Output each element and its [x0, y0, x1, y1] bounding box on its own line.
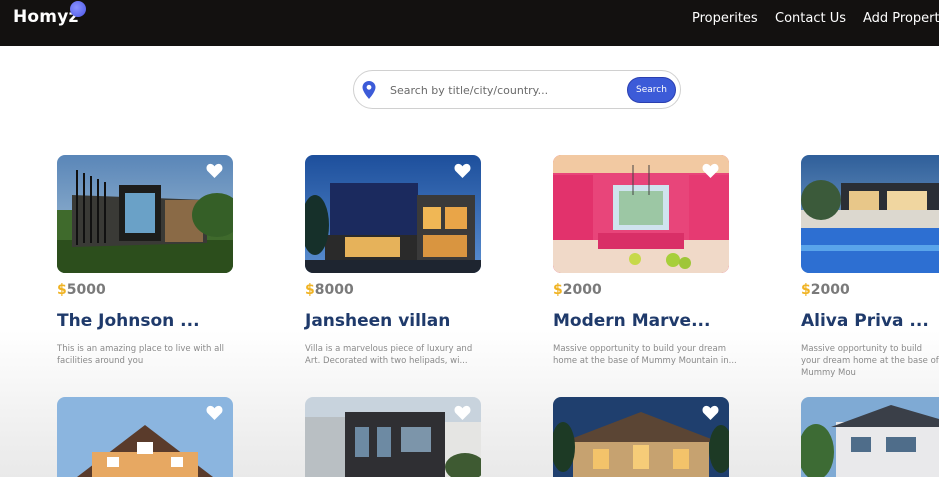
property-image[interactable]	[57, 397, 233, 477]
nav-link-properties[interactable]: Properites	[692, 11, 758, 26]
top-navbar: Homyz Properites Contact Us Add Property	[0, 0, 939, 46]
property-title[interactable]: Modern Marve...	[553, 311, 710, 331]
property-price: $8000	[305, 282, 354, 298]
search-button[interactable]: Search	[627, 77, 676, 103]
heart-icon[interactable]	[702, 405, 719, 420]
property-title[interactable]: The Johnson ...	[57, 311, 200, 331]
search-bar: Search	[353, 70, 681, 109]
property-image[interactable]	[553, 155, 729, 273]
property-image[interactable]	[801, 155, 939, 273]
property-title[interactable]: Jansheen villan	[305, 311, 450, 331]
property-image[interactable]	[305, 397, 481, 477]
heart-icon[interactable]	[206, 163, 223, 178]
search-input[interactable]	[390, 79, 620, 101]
heart-icon[interactable]	[206, 405, 223, 420]
property-image[interactable]	[57, 155, 233, 273]
main-nav: Properites Contact Us Add Property	[0, 11, 939, 31]
property-image[interactable]	[553, 397, 729, 477]
nav-link-contact-us[interactable]: Contact Us	[775, 11, 846, 26]
property-image[interactable]	[801, 397, 939, 477]
heart-icon[interactable]	[454, 163, 471, 178]
property-description: Massive opportunity to build your dream …	[801, 344, 939, 378]
heart-icon[interactable]	[702, 163, 719, 178]
heart-icon[interactable]	[454, 405, 471, 420]
property-description: This is an amazing place to live with al…	[57, 344, 225, 366]
nav-link-add-property[interactable]: Add Property	[863, 11, 939, 26]
property-description: Villa is a marvelous piece of luxury and…	[305, 344, 473, 366]
location-pin-icon	[362, 81, 376, 99]
property-price: $2000	[801, 282, 850, 298]
property-description: Massive opportunity to build your dream …	[553, 344, 737, 366]
property-price: $5000	[57, 282, 106, 298]
property-image[interactable]	[305, 155, 481, 273]
property-title[interactable]: Aliva Priva ...	[801, 311, 929, 331]
property-price: $2000	[553, 282, 602, 298]
